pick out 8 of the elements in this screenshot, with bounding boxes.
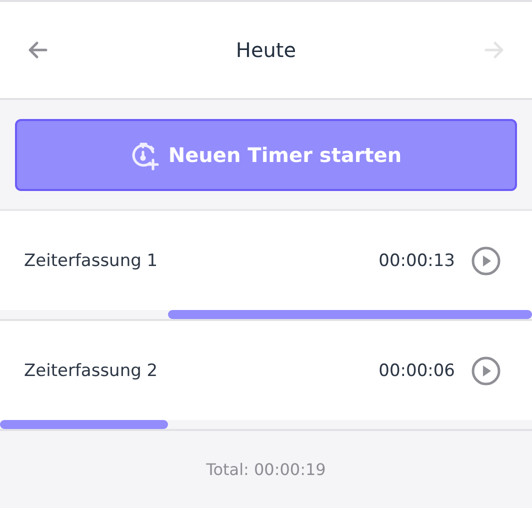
entry-name: Zeiterfassung 1: [24, 250, 159, 270]
day-title: Heute: [236, 38, 296, 62]
entry-name: Zeiterfassung 2: [24, 360, 159, 380]
play-button[interactable]: [471, 246, 501, 276]
total-time: Total: 00:00:19: [206, 460, 326, 479]
entry-duration: 00:00:13: [378, 250, 455, 270]
play-button[interactable]: [471, 356, 501, 386]
entry-duration: 00:00:06: [378, 360, 455, 380]
